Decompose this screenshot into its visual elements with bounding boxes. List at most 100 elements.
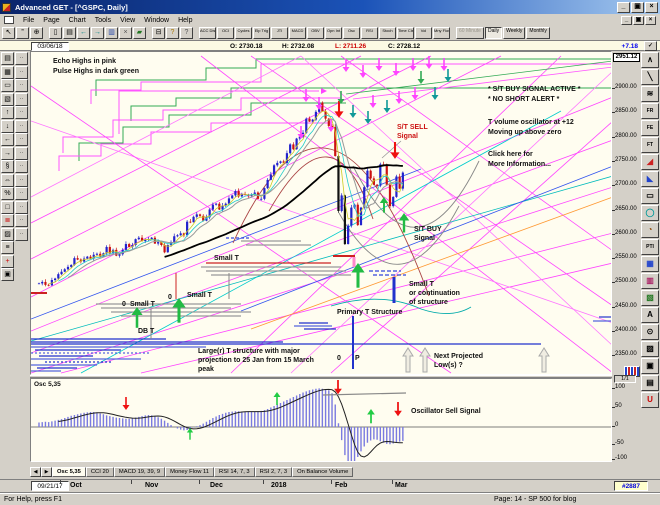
magnify-tool-icon[interactable]: ⊙ — [641, 324, 659, 340]
study-button-cycles[interactable]: Cycles — [235, 27, 252, 39]
tj-web-icon[interactable]: ▥ — [641, 273, 659, 289]
scroll-up-icon[interactable]: ∧ — [641, 52, 659, 68]
study-button-rsi[interactable]: RSI — [361, 27, 378, 39]
child-minimize-button[interactable]: _ — [621, 15, 632, 25]
menu-window[interactable]: Window — [144, 17, 169, 24]
quote-spin-button[interactable]: ✓ — [644, 41, 657, 51]
timeframe-tool-icon[interactable]: ·· — [15, 200, 28, 214]
child-close-button[interactable]: × — [645, 15, 656, 25]
open-file-icon[interactable]: ▤ — [1, 52, 14, 65]
page-lock-tool-icon[interactable]: ·· — [15, 133, 28, 146]
pitchfork-icon[interactable]: ◣ — [641, 171, 659, 187]
new-chart-icon[interactable]: ▯ — [49, 27, 62, 39]
main-chart-canvas[interactable]: Echo Highs in pink Pulse Highs in dark gr… — [31, 52, 611, 374]
scroll-down-icon[interactable]: ↓ — [1, 119, 14, 133]
context-help-icon[interactable]: ? — [180, 27, 193, 39]
price-style-icon[interactable]: § — [1, 160, 14, 173]
ts-tool-icon[interactable]: ▨ — [1, 227, 14, 241]
study-button-elp-trig[interactable]: Elp Trig — [253, 27, 270, 39]
ellipse-tool-icon[interactable]: ◯ — [641, 205, 659, 221]
app-icon[interactable] — [2, 2, 11, 12]
tab-rsi-14-7-3[interactable]: RSI 14, 7, 3 — [214, 467, 255, 477]
menu-help[interactable]: Help — [178, 17, 192, 24]
study-button-acc-dis[interactable]: ACC Dis — [199, 27, 216, 39]
scroll-up-icon[interactable]: ↑ — [1, 106, 14, 119]
gann-grid-icon[interactable]: ▦ — [641, 256, 659, 272]
menu-page[interactable]: Page — [43, 17, 59, 24]
gann-assistant-icon[interactable]: ▦ — [1, 65, 14, 79]
crosshair-tool-icon[interactable]: + — [1, 254, 14, 268]
trendline-pencil-icon[interactable]: ╲ — [641, 69, 659, 85]
session-tool-icon[interactable]: ·· — [15, 173, 28, 187]
study-button-oci[interactable]: OCI — [217, 27, 234, 39]
fib-time-icon[interactable]: FT — [641, 137, 659, 153]
summary-tool-icon[interactable]: ·· — [15, 106, 28, 119]
study-tool-icon[interactable]: ▭ — [1, 79, 14, 92]
tab-money-flow-11[interactable]: Money Flow 11 — [165, 467, 215, 477]
study-button-macd[interactable]: MACD — [289, 27, 306, 39]
study-button-vol[interactable]: Vol — [415, 27, 432, 39]
click-more-info-link[interactable]: Click here for — [488, 151, 533, 158]
delete-icon[interactable]: × — [119, 27, 132, 39]
xtl-tool-icon[interactable]: ·· — [15, 214, 28, 227]
page-back-icon[interactable]: ← — [77, 27, 90, 39]
expand-bars-icon[interactable]: ⇔ — [1, 173, 14, 187]
color-tool-icon[interactable]: ▨ — [641, 341, 659, 357]
zoom-icon[interactable]: ⊕ — [30, 27, 43, 39]
oscillator-canvas[interactable]: Osc 5,35 Oscillator Sell Signal — [31, 379, 611, 461]
undo-tool-icon[interactable]: ·· — [15, 187, 28, 200]
page-forward-icon[interactable]: → — [91, 27, 104, 39]
tab-cci-20[interactable]: CCI 20 — [85, 467, 114, 477]
click-more-info-link[interactable]: More Information... — [488, 161, 551, 168]
drag-tool-icon[interactable]: ·· — [15, 92, 28, 106]
text-tool-icon[interactable]: A — [641, 307, 659, 323]
scroll-left-icon[interactable]: ← — [1, 133, 14, 146]
regression-channel-icon[interactable]: ≋ — [641, 86, 659, 102]
study-button-time-clst[interactable]: Time Clst — [397, 27, 414, 39]
fib-retracement-icon[interactable]: FR — [641, 103, 659, 119]
scroll-right-icon[interactable]: → — [1, 146, 14, 160]
oscillator-axis[interactable]: 1/1 100 50 0 -50 -100 — [612, 375, 640, 462]
menu-chart[interactable]: Chart — [69, 17, 86, 24]
edit-chart-icon[interactable]: ▰ — [133, 27, 146, 39]
tab-scroll-right[interactable]: ▶ — [41, 467, 52, 477]
study-button-jti[interactable]: JTI — [271, 27, 288, 39]
fib-tool-icon[interactable]: ·· — [15, 160, 28, 173]
menu-tools[interactable]: Tools — [95, 17, 111, 24]
moving-average-tool-icon[interactable]: ·· — [15, 119, 28, 133]
child-window-icon[interactable] — [4, 16, 14, 24]
fib-extension-icon[interactable]: FE — [641, 120, 659, 136]
pti-button[interactable]: PTI — [641, 239, 659, 255]
preferences-tool-icon[interactable]: ·· — [15, 146, 28, 160]
child-restore-button[interactable]: ▣ — [633, 15, 644, 25]
study-button-obv[interactable]: OBV — [307, 27, 324, 39]
tab-osc-5-35[interactable]: Osc 5,35 — [52, 467, 86, 477]
display-settings-tool-icon[interactable]: ·· — [15, 79, 28, 92]
study-button-osc[interactable]: Osc — [343, 27, 360, 39]
pointer-icon[interactable]: ↖ — [2, 27, 15, 39]
copy-page-icon[interactable]: ▥ — [105, 27, 118, 39]
restore-button[interactable]: ▣ — [631, 1, 644, 13]
study-button-mny-flow[interactable]: Mny Flow — [433, 27, 450, 39]
timeframe-weekly[interactable]: Weekly — [503, 27, 526, 39]
study-overlay-icon[interactable]: ▧ — [641, 290, 659, 306]
tab-scroll-left[interactable]: ◀ — [30, 467, 41, 477]
quote-window-icon[interactable]: ” — [16, 27, 29, 39]
open-chart-icon[interactable]: ▤ — [63, 27, 76, 39]
price-axis[interactable]: 2951.12 2900.00 2850.00 2800.00 2750.00 2700… — [612, 51, 640, 375]
tab-macd-19-39-9[interactable]: MACD 19, 39, 9 — [113, 467, 166, 477]
lines-tool-icon[interactable]: ≣ — [1, 214, 14, 227]
study-button-stoch[interactable]: Stoch — [379, 27, 396, 39]
timeframe-daily[interactable]: Daily — [484, 27, 503, 39]
extra-tool-icon[interactable]: ·· — [15, 227, 28, 241]
mob-tool-icon[interactable]: ◔ — [641, 222, 659, 238]
help-icon[interactable]: ? — [166, 27, 179, 39]
segment-tool-icon[interactable]: ≡ — [1, 241, 14, 254]
menu-file[interactable]: File — [23, 17, 34, 24]
timeframe-60-minute[interactable]: 60 Minute — [456, 27, 484, 39]
tab-rsi-2-7-3[interactable]: RSI 2, 7, 3 — [254, 467, 293, 477]
gann-fan-icon[interactable]: ◢ — [641, 154, 659, 170]
timeframe-monthly[interactable]: Monthly — [526, 27, 550, 39]
properties-icon[interactable]: ▣ — [1, 268, 14, 281]
copy-tool-icon[interactable]: ▤ — [641, 375, 659, 391]
